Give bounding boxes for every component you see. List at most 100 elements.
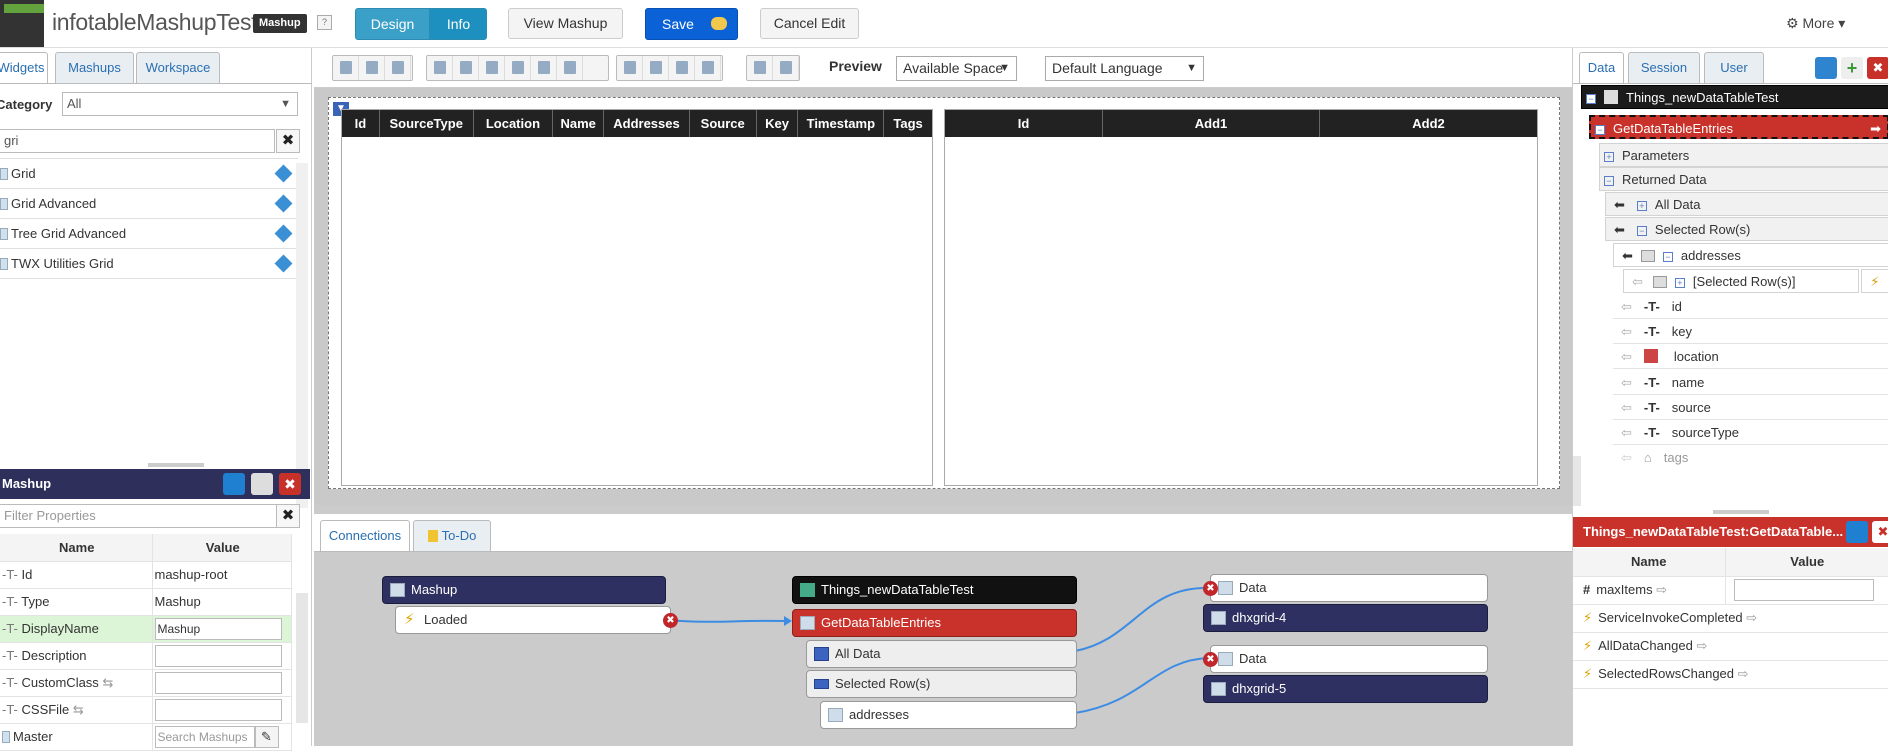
tree-all-data[interactable]: ⬅ + All Data — [1605, 192, 1888, 216]
bind-icon[interactable]: ⇆ — [102, 675, 113, 690]
display-name-input[interactable]: Mashup — [154, 617, 282, 640]
tree-selected-rows-child[interactable]: ⇦ + [Selected Row(s)] — [1623, 269, 1859, 293]
column-header[interactable]: Add2 — [1320, 110, 1537, 137]
remove-connection-icon[interactable]: ✖ — [1203, 652, 1218, 667]
tree-service-node[interactable]: − GetDataTableEntries ➡ — [1589, 115, 1888, 139]
mashup-canvas[interactable]: ▼ Id SourceType Location Name Addresses … — [328, 97, 1560, 489]
drag-icon[interactable] — [274, 224, 293, 243]
dhxgrid-5[interactable]: Id Add1 Add2 — [944, 109, 1538, 486]
node-data-target-1[interactable]: ✖ Data — [1203, 574, 1488, 602]
tab-user[interactable]: User — [1704, 52, 1764, 83]
tree-returned-data[interactable]: − Returned Data — [1599, 167, 1888, 191]
paste-icon[interactable] — [385, 56, 411, 80]
close-icon[interactable]: ✖ — [1872, 521, 1888, 543]
more-menu[interactable]: ⚙ More ▾ — [1786, 15, 1845, 32]
tree-field[interactable]: ⇦ -T-sourceType — [1613, 421, 1888, 445]
expand-icon[interactable]: + — [1604, 152, 1614, 162]
align-top-icon[interactable] — [505, 56, 531, 80]
share-icon[interactable] — [223, 473, 245, 495]
arrow-left-icon[interactable]: ⇦ — [1621, 324, 1632, 339]
bind-arrow-icon[interactable]: ⇨ — [1656, 582, 1667, 597]
refresh-icon[interactable] — [1815, 57, 1837, 79]
column-header[interactable]: Id — [342, 110, 380, 137]
arrow-left-icon[interactable]: ⬅ — [1614, 197, 1625, 212]
remove-connection-icon[interactable]: ✖ — [1203, 581, 1218, 596]
add-data-icon[interactable]: + — [1841, 57, 1863, 79]
distribute-tool-group[interactable] — [616, 55, 723, 81]
lightning-icon[interactable]: ⚡ — [1861, 269, 1888, 293]
tree-field[interactable]: ⇦ location — [1613, 345, 1888, 369]
distribute-h-icon[interactable] — [617, 56, 643, 80]
column-header[interactable]: Timestamp — [798, 110, 885, 137]
collapse-icon[interactable]: − — [1636, 226, 1647, 236]
tree-thing-node[interactable]: − Things_newDataTableTest — [1581, 85, 1888, 109]
list-item[interactable]: Grid — [0, 159, 298, 189]
node-mashup[interactable]: Mashup — [382, 576, 666, 604]
collapse-icon[interactable]: − — [1586, 94, 1596, 104]
collapse-icon[interactable]: − — [1662, 252, 1673, 262]
tree-field[interactable]: ⇦ ⌂ tags — [1613, 446, 1888, 470]
center-icon[interactable] — [669, 56, 695, 80]
align-right-icon[interactable] — [479, 56, 505, 80]
tab-workspace[interactable]: Workspace — [136, 52, 220, 83]
tab-connections[interactable]: Connections — [320, 520, 410, 551]
list-item[interactable]: TWX Utilities Grid — [0, 249, 298, 279]
node-selected-rows[interactable]: Selected Row(s) — [806, 670, 1077, 698]
tab-to-do[interactable]: To-Do — [413, 520, 491, 551]
arrow-left-icon[interactable]: ⇦ — [1621, 299, 1632, 314]
clear-search-button[interactable]: ✖ — [276, 129, 300, 153]
column-header[interactable]: Source — [690, 110, 757, 137]
dhxgrid-4[interactable]: Id SourceType Location Name Addresses So… — [341, 109, 933, 486]
arrow-left-icon[interactable]: ⇦ — [1621, 349, 1632, 364]
tab-data[interactable]: Data — [1579, 52, 1624, 83]
remove-connection-icon[interactable]: ✖ — [663, 613, 678, 628]
tree-scrollbar[interactable] — [1573, 456, 1581, 506]
widget-search-input[interactable]: gri — [0, 129, 275, 153]
arrow-right-icon[interactable]: ➡ — [1870, 117, 1881, 141]
node-thing[interactable]: Things_newDataTableTest — [792, 576, 1077, 604]
arrow-left-icon[interactable]: ⇦ — [1621, 400, 1632, 415]
copy-icon[interactable] — [359, 56, 385, 80]
drag-icon[interactable] — [274, 254, 293, 273]
node-addresses[interactable]: addresses — [820, 701, 1077, 729]
arrow-left-icon[interactable]: ⬅ — [1614, 222, 1625, 237]
available-space-select[interactable]: Available Space ▼ — [896, 56, 1017, 81]
expand-icon[interactable]: + — [1674, 278, 1685, 288]
wand-icon[interactable]: ✎ — [254, 725, 279, 748]
tree-parameters[interactable]: + Parameters — [1599, 143, 1888, 167]
search-mashups-input[interactable]: Search Mashups — [154, 725, 255, 748]
custom-class-input[interactable] — [154, 671, 282, 694]
info-button[interactable]: Info — [429, 9, 486, 39]
cancel-edit-button[interactable]: Cancel Edit — [760, 8, 859, 39]
drag-icon[interactable] — [274, 194, 293, 213]
arrow-left-icon[interactable]: ⇦ — [1632, 274, 1643, 289]
drag-icon[interactable] — [274, 164, 293, 183]
bind-icon[interactable]: ⇆ — [73, 702, 84, 717]
properties-scrollbar[interactable] — [296, 593, 308, 723]
arrow-left-icon[interactable]: ⇦ — [1621, 425, 1632, 440]
align-tool-group[interactable] — [426, 55, 609, 81]
language-select[interactable]: Default Language ▼ — [1045, 56, 1204, 81]
arrow-left-icon[interactable]: ⇦ — [1621, 375, 1632, 390]
bind-arrow-icon[interactable]: ⇨ — [1696, 638, 1707, 653]
widget-list-scrollbar[interactable] — [296, 163, 308, 508]
panel-splitter[interactable] — [148, 463, 204, 467]
edit-tool-group[interactable] — [332, 55, 413, 81]
collapse-icon[interactable]: − — [1595, 125, 1605, 135]
align-middle-icon[interactable] — [531, 56, 557, 80]
tree-addresses[interactable]: ⬅ − addresses — [1613, 243, 1888, 267]
cut-icon[interactable] — [333, 56, 359, 80]
tree-selected-rows[interactable]: ⬅ − Selected Row(s) — [1605, 217, 1888, 241]
help-icon[interactable]: ? — [317, 15, 332, 30]
view-mashup-button[interactable]: View Mashup — [508, 8, 623, 39]
column-header[interactable]: Name — [553, 110, 605, 137]
tab-session[interactable]: Session — [1628, 52, 1700, 83]
arrow-left-icon[interactable]: ⬅ — [1622, 248, 1633, 263]
filter-properties-input[interactable]: Filter Properties — [0, 504, 283, 528]
node-dhxgrid-4[interactable]: dhxgrid-4 — [1203, 604, 1488, 632]
arrow-left-icon[interactable]: ⇦ — [1621, 450, 1632, 465]
collapse-icon[interactable]: − — [1604, 176, 1614, 186]
category-select[interactable]: All ▼ — [62, 92, 298, 116]
align-center-icon[interactable] — [453, 56, 479, 80]
tab-widgets[interactable]: Widgets — [0, 52, 48, 83]
